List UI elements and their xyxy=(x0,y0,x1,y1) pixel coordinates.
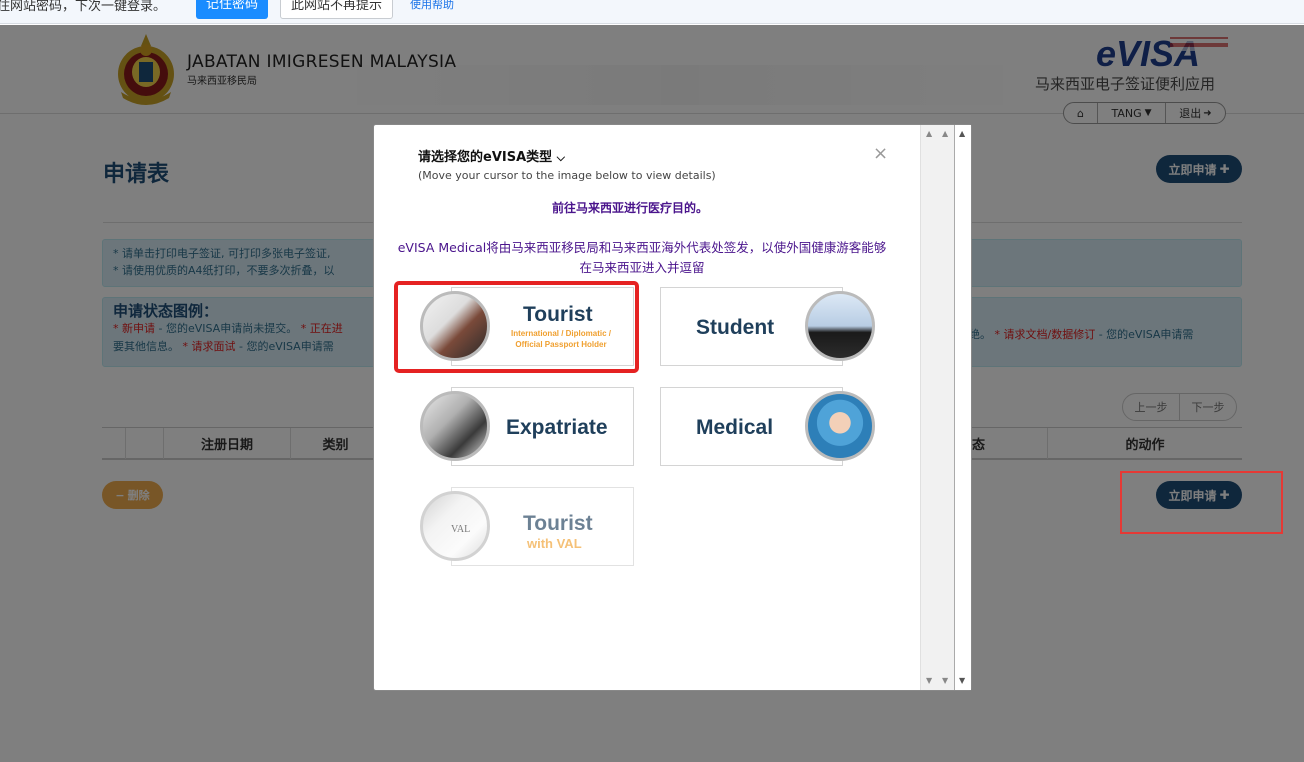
scroll-up-icon[interactable]: ▲ xyxy=(926,129,932,138)
password-bar-message: 住网站密码，下次一键登录。 xyxy=(0,0,167,14)
card-title-tourist-val: Tourist xyxy=(523,512,593,535)
remember-password-button[interactable]: 记住密码 xyxy=(196,0,269,19)
card-title-expatriate: Expatriate xyxy=(506,416,608,439)
scroll-up-icon[interactable]: ▲ xyxy=(959,129,965,138)
help-link[interactable]: 使用帮助 xyxy=(410,0,454,12)
visa-description: eVISA Medical将由马来西亚移民局和马来西亚海外代表处签发，以使外国健… xyxy=(397,240,887,275)
modal-title[interactable]: 请选择您的eVISA类型 ⌵ xyxy=(418,146,565,165)
annotation-highlight-tourist xyxy=(394,281,639,373)
outer-scrollbar[interactable]: ▲ ▼ xyxy=(954,125,971,690)
visa-card-student[interactable]: Student xyxy=(660,287,875,366)
close-icon[interactable]: × xyxy=(873,143,888,164)
student-image xyxy=(805,291,875,361)
card-title-student: Student xyxy=(696,316,775,339)
visa-purpose: 前往马来西亚进行医疗目的。 xyxy=(551,201,708,215)
password-save-bar: 住网站密码，下次一键登录。 记住密码 此网站不再提示 使用帮助 xyxy=(0,0,1304,24)
scroll-up-icon[interactable]: ▲ xyxy=(942,129,948,138)
visa-card-tourist-val[interactable]: VAL Tourist with VAL xyxy=(420,487,634,566)
val-document-text: VAL xyxy=(451,524,471,535)
scroll-down-icon[interactable]: ▼ xyxy=(942,676,948,685)
tourist-val-image: VAL xyxy=(420,491,490,561)
modal-scrollbar[interactable]: ▲ ▲ ▼ ▼ xyxy=(920,125,954,690)
scroll-down-icon[interactable]: ▼ xyxy=(926,676,932,685)
chevron-down-icon: ⌵ xyxy=(556,151,566,164)
visa-card-expatriate[interactable]: Expatriate xyxy=(420,387,634,466)
annotation-highlight-apply xyxy=(1120,471,1283,534)
modal-title-text: 请选择您的eVISA类型 xyxy=(418,150,553,165)
visa-card-medical[interactable]: Medical xyxy=(660,387,875,466)
modal-hint: (Move your cursor to the image below to … xyxy=(418,169,716,182)
scroll-down-icon[interactable]: ▼ xyxy=(959,676,965,685)
never-prompt-button[interactable]: 此网站不再提示 xyxy=(280,0,394,19)
expatriate-image xyxy=(420,391,490,461)
card-title-medical: Medical xyxy=(696,416,774,439)
card-subtitle-tourist-val: with VAL xyxy=(527,536,582,551)
evisa-type-modal: 请选择您的eVISA类型 ⌵ (Move your cursor to the … xyxy=(373,124,972,691)
medical-image xyxy=(805,391,875,461)
